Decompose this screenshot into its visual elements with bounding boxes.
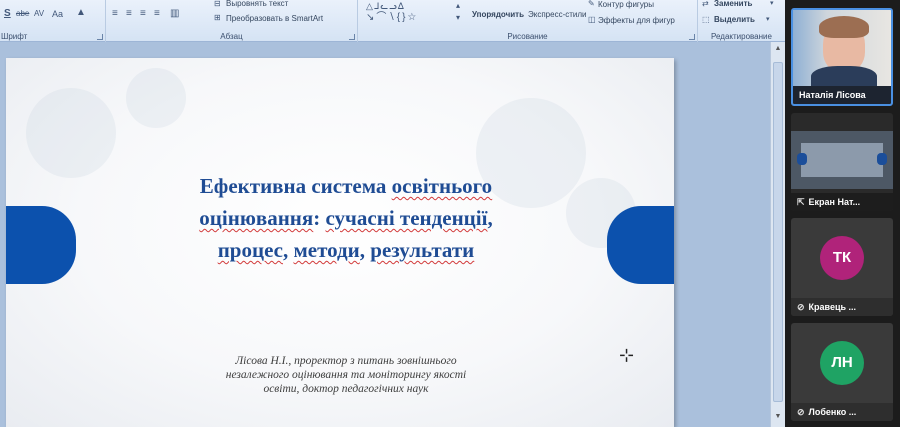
replace-icon: ⇄: [702, 0, 709, 8]
participant-name-text: Лобенко ...: [808, 407, 857, 417]
mic-muted-icon: ⊘: [797, 407, 805, 417]
title-text: Ефективна система: [199, 174, 392, 198]
title-text: ,: [282, 238, 294, 262]
justify-icon[interactable]: ≡: [154, 8, 160, 20]
convert-smartart-button[interactable]: Преобразовать в SmartArt: [226, 14, 323, 23]
slide-subtitle[interactable]: Лісова Н.І., проректор з питань зовнішнь…: [181, 354, 511, 396]
drawing-group: △ᒧᓚᓗᐃ ↘⌒∖{}☆ ▴ ▾ Упорядочить Экспресс-ст…: [358, 0, 698, 42]
participant-tile-screen[interactable]: ⇱ Екран Нат...: [791, 113, 893, 211]
vertical-scrollbar[interactable]: ▲ ▼: [770, 42, 785, 427]
replace-button[interactable]: Заменить: [714, 0, 752, 8]
subtitle-line: Лісова Н.І., проректор з питань зовнішнь…: [235, 355, 457, 367]
shape-outline-icon: ✎: [588, 0, 595, 8]
screen-pill-right: [877, 153, 887, 165]
title-text: ,: [487, 206, 493, 230]
participant-tile-video[interactable]: Наталія Лісова: [791, 8, 893, 106]
participant-name-text: Екран Нат...: [808, 197, 861, 207]
scroll-down-icon[interactable]: ▼: [773, 412, 783, 422]
title-text-misspelled: освітнього: [391, 174, 493, 198]
title-line-1: Ефективна система освітнього: [126, 170, 566, 202]
drawing-dialog-launcher[interactable]: [689, 34, 695, 40]
font-color-icon[interactable]: ▲: [76, 7, 86, 19]
slide-title[interactable]: Ефективна система освітнього оцінювання:…: [126, 170, 566, 266]
participant-name: ⊘ Лобенко ...: [791, 403, 893, 421]
title-line-3: процес, методи, результати: [126, 234, 566, 266]
ribbon: S abe AV Aa ▲ Шрифт ≡ ≡ ≡ ≡ ▥ ⊟ Выровнят…: [0, 0, 785, 42]
shape-outline-button[interactable]: Контур фигуры: [598, 0, 654, 9]
font-dialog-launcher[interactable]: [97, 34, 103, 40]
app-window: S abe AV Aa ▲ Шрифт ≡ ≡ ≡ ≡ ▥ ⊟ Выровнят…: [0, 0, 900, 427]
shape-effects-icon: ◫: [588, 15, 596, 24]
avatar: ТК: [820, 236, 864, 280]
subtitle-line: незалежного оцінювання та моніторингу як…: [225, 369, 467, 381]
participant-tile-avatar[interactable]: ЛН ⊘ Лобенко ...: [791, 323, 893, 421]
select-button[interactable]: Выделить: [714, 15, 755, 24]
arrange-button[interactable]: Упорядочить: [472, 10, 524, 19]
replace-dropdown-icon[interactable]: ▾: [770, 0, 774, 10]
shapes-row2-icon[interactable]: ↘⌒∖{}☆: [366, 12, 418, 24]
participant-name-text: Кравець ...: [808, 302, 857, 312]
screen-pill-left: [797, 153, 807, 165]
screen-slide-preview: [801, 143, 883, 177]
bokeh-decoration: [126, 68, 186, 128]
scroll-up-icon[interactable]: ▲: [773, 44, 783, 54]
font-group-label: Шрифт: [1, 32, 28, 41]
slide-canvas: Ефективна система освітнього оцінювання:…: [0, 42, 770, 427]
shadow-icon[interactable]: S: [4, 8, 11, 20]
title-text: ,: [359, 238, 371, 262]
title-text: :: [313, 206, 326, 230]
align-center-icon[interactable]: ≡: [126, 8, 132, 20]
change-case-icon[interactable]: Aa: [52, 8, 63, 20]
bokeh-decoration: [26, 88, 116, 178]
avatar: ЛН: [820, 341, 864, 385]
align-right-icon[interactable]: ≡: [140, 8, 146, 20]
participant-tile-avatar[interactable]: ТК ⊘ Кравець ...: [791, 218, 893, 316]
align-left-icon[interactable]: ≡: [112, 8, 118, 20]
char-spacing-icon[interactable]: AV: [34, 8, 44, 20]
slide[interactable]: Ефективна система освітнього оцінювання:…: [6, 58, 674, 427]
mic-muted-icon: ⊘: [797, 302, 805, 312]
title-text-misspelled: процес: [217, 238, 283, 262]
editing-group: ⇄ Заменить ▾ ⬚ Выделить ▾ Редактирование: [698, 0, 785, 42]
screen-share-icon: ⇱: [797, 197, 805, 207]
columns-icon[interactable]: ▥: [170, 8, 179, 20]
strikethrough-icon[interactable]: abe: [16, 8, 29, 20]
participant-name: ⊘ Кравець ...: [791, 298, 893, 316]
paragraph-group-label: Абзац: [220, 32, 243, 41]
participant-name: Наталія Лісова: [793, 86, 891, 104]
title-text-misspelled: сучасні тенденції: [325, 206, 488, 230]
align-text-button[interactable]: Выровнять текст: [226, 0, 288, 8]
subtitle-line: освіти, доктор педагогічних наук: [263, 383, 429, 395]
move-cursor-icon: ⊹: [619, 345, 635, 365]
video-feed: [793, 10, 891, 92]
paragraph-dialog-launcher[interactable]: [349, 34, 355, 40]
align-text-icon: ⊟: [214, 0, 221, 8]
right-pill-shape[interactable]: [607, 206, 674, 284]
title-text-misspelled: результати: [370, 238, 475, 262]
shapes-more-icon[interactable]: ▾: [456, 12, 460, 24]
editing-group-label: Редактирование: [711, 32, 772, 41]
title-text-misspelled: оцінювання: [199, 206, 314, 230]
person-hair: [819, 16, 869, 38]
select-dropdown-icon[interactable]: ▾: [766, 14, 770, 26]
drawing-group-label: Рисование: [507, 32, 548, 41]
participants-panel: Наталія Лісова ⇱ Екран Нат... ТК ⊘ Кравець…: [785, 0, 900, 427]
smartart-icon: ⊞: [214, 13, 221, 22]
shapes-scroll-up-icon[interactable]: ▴: [456, 0, 460, 12]
title-line-2: оцінювання: сучасні тенденції,: [126, 202, 566, 234]
paragraph-group: ≡ ≡ ≡ ≡ ▥ ⊟ Выровнять текст ⊞ Преобразов…: [106, 0, 358, 42]
quick-styles-button[interactable]: Экспресс-стили: [528, 10, 587, 19]
shapes-row1-icon[interactable]: △ᒧᓚᓗᐃ: [366, 0, 405, 12]
scroll-thumb[interactable]: [773, 62, 783, 402]
title-text-misspelled: методи: [293, 238, 360, 262]
left-pill-shape[interactable]: [6, 206, 76, 284]
participant-name: ⇱ Екран Нат...: [791, 193, 893, 211]
font-group: S abe AV Aa ▲ Шрифт: [0, 0, 106, 42]
shape-effects-button[interactable]: Эффекты для фигур: [598, 16, 675, 25]
select-icon: ⬚: [702, 15, 710, 24]
screen-thumbnail: [791, 131, 893, 189]
